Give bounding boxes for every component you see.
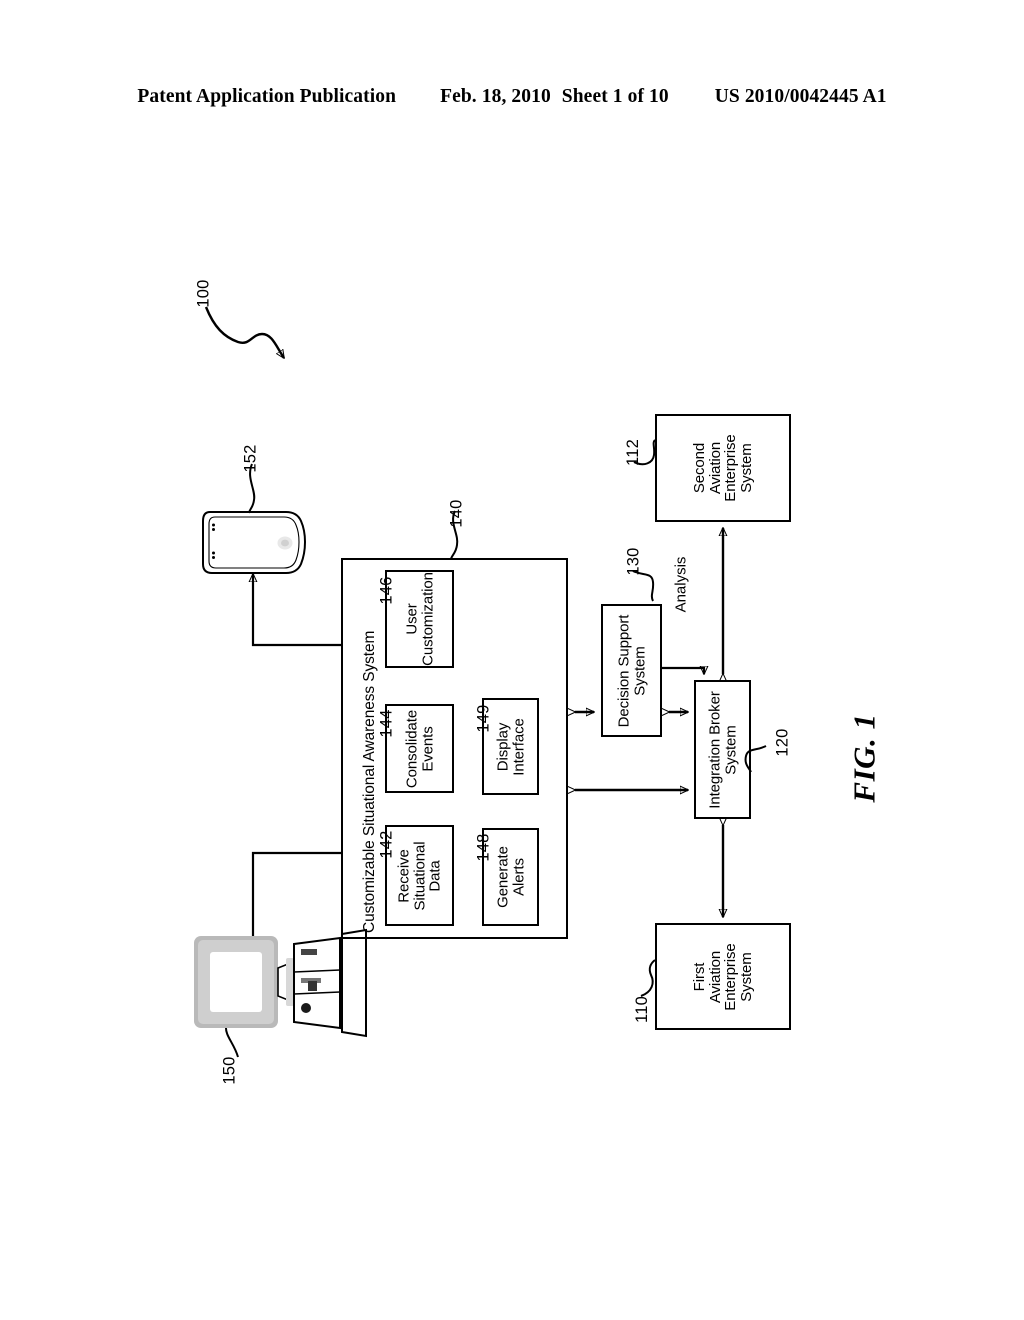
block-decision-support-system-label: Decision Support System	[614, 614, 648, 727]
ref-148: 148	[474, 833, 493, 862]
ref-140: 140	[447, 499, 466, 528]
connector-csas-pda	[253, 574, 341, 647]
ref-112: 112	[623, 439, 642, 466]
lead-110	[640, 959, 656, 997]
ref-100: 100	[194, 279, 213, 308]
block-second-aviation-enterprise-system: Second Aviation Enterprise System	[655, 414, 791, 522]
figure-1-diagram: Customizable Situational Awareness Syste…	[0, 0, 1024, 1320]
block-second-aviation-enterprise-system-label: Second Aviation Enterprise System	[690, 434, 755, 502]
computer-workstation-art	[194, 928, 367, 1038]
block-first-aviation-enterprise-system: First Aviation Enterprise System	[655, 923, 791, 1030]
patent-figure-page: Patent Application Publication Feb. 18, …	[0, 0, 1024, 1320]
module-consolidate-events-label: Consolidate Events	[402, 709, 436, 788]
lead-150	[224, 1005, 239, 1058]
ref-142: 142	[377, 830, 396, 859]
module-display-interface-label: Display Interface	[493, 717, 527, 776]
lead-100	[204, 306, 284, 358]
ref-146: 146	[377, 576, 396, 605]
ref-130: 130	[624, 547, 643, 576]
pda-device-art	[202, 511, 307, 574]
figure-caption: FIG. 1	[846, 713, 882, 803]
block-first-aviation-enterprise-system-label: First Aviation Enterprise System	[690, 942, 755, 1011]
block-integration-broker-system: Integration Broker System	[694, 680, 751, 819]
module-user-customization-label: User Customization	[402, 572, 436, 666]
ref-110: 110	[632, 996, 651, 1023]
block-decision-support-system: Decision Support System	[601, 604, 662, 737]
connector-csas-computer	[253, 851, 341, 955]
module-generate-alerts-label: Generate Alerts	[493, 846, 527, 908]
analysis-edge-label: Analysis	[672, 555, 690, 614]
ref-149: 149	[474, 704, 493, 733]
block-integration-broker-system-label: Integration Broker System	[705, 690, 739, 809]
connector-analysis	[662, 668, 704, 674]
csas-title: Customizable Situational Awareness Syste…	[361, 630, 378, 933]
ref-152: 152	[241, 444, 260, 473]
ref-120: 120	[773, 728, 792, 757]
ref-150: 150	[220, 1056, 239, 1085]
ref-144: 144	[377, 709, 396, 738]
module-receive-situational-data-label: Receive Situational Data	[395, 841, 444, 910]
